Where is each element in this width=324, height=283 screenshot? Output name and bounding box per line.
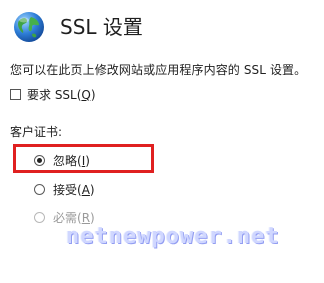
radio-accept-label: 接受(A) [53,183,95,197]
watermark: netnewpower.net [66,224,280,249]
page-header: SSL 设置 [12,9,143,45]
require-ssl-checkbox-row[interactable]: 要求 SSL(Q) [10,86,96,103]
ssl-settings-page: SSL 设置 您可以在此页上修改网站或应用程序内容的 SSL 设置。 要求 SS… [0,0,324,283]
radio-require [34,212,45,223]
radio-ignore-row[interactable]: 忽略(I) [34,152,90,169]
radio-ignore[interactable] [34,155,45,166]
client-certificates-label: 客户证书: [10,125,63,139]
radio-accept[interactable] [34,184,45,195]
require-ssl-checkbox[interactable] [10,89,21,100]
globe-icon [14,12,44,42]
radio-accept-row[interactable]: 接受(A) [34,181,95,198]
require-ssl-label: 要求 SSL(Q) [27,88,96,102]
page-title: SSL 设置 [60,15,143,39]
page-description: 您可以在此页上修改网站或应用程序内容的 SSL 设置。 [10,63,307,77]
radio-ignore-label: 忽略(I) [53,154,90,168]
